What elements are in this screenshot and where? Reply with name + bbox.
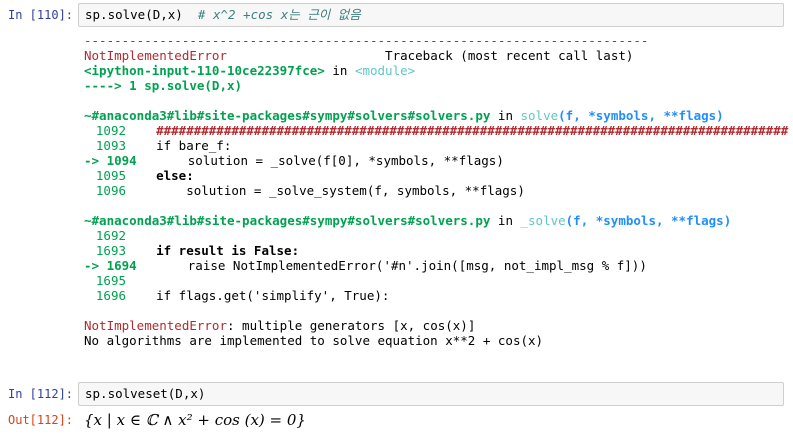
output-prompt-112: Out[112]: xyxy=(8,413,74,427)
output-math: {x | x ∈ ℂ ∧ x² + cos (x) = 0} xyxy=(84,411,306,429)
input-prompt-110: In [110]: xyxy=(8,8,74,22)
traceback-line: 1096 solution = _solve_system(f, symbols… xyxy=(95,183,525,198)
code-cell-input-110[interactable]: sp.solve(D,x) # x^2 +cos x는 근이 없음 xyxy=(78,3,784,27)
traceback-header: NotImplementedError Traceback (most rece… xyxy=(84,48,633,63)
traceback-title: Traceback (most recent call last) xyxy=(385,48,634,63)
code-comment: # x^2 +cos x는 근이 없음 xyxy=(197,7,361,22)
final-error-message: No algorithms are implemented to solve e… xyxy=(84,333,544,348)
traceback-line-current: -> 1094 solution = _solve(f[0], *symbols… xyxy=(84,153,504,168)
input-prompt-112: In [112]: xyxy=(8,387,74,401)
code-text: sp.solveset(D,x) xyxy=(85,386,206,401)
traceback-line: 1696 if flags.get('simplify', True): xyxy=(95,288,390,303)
traceback-line-current: -> 1694 raise NotImplementedError('#n'.j… xyxy=(84,258,647,273)
traceback-separator: ----------------------------------------… xyxy=(84,33,649,48)
traceback-line: 1093 if bare_f: xyxy=(95,138,232,153)
traceback-line: 1693 if result is False: xyxy=(95,243,300,258)
error-name: NotImplementedError xyxy=(84,48,227,63)
final-error-line: NotImplementedError: multiple generators… xyxy=(84,318,476,333)
traceback-frame-1-header: ~#anaconda3#lib#site-packages#sympy#solv… xyxy=(84,108,724,123)
traceback-line: 1695 xyxy=(95,273,126,288)
traceback-frame-2-header: ~#anaconda3#lib#site-packages#sympy#solv… xyxy=(84,213,732,228)
traceback-line: 1092 ###################################… xyxy=(95,123,789,138)
traceback-arrow-line: ----> 1 sp.solve(D,x) xyxy=(84,78,243,93)
traceback-line: 1095 else: xyxy=(95,168,194,183)
code-cell-input-112[interactable]: sp.solveset(D,x) xyxy=(78,382,784,406)
traceback-line: 1692 xyxy=(95,228,126,243)
code-text: sp.solve(D,x) xyxy=(85,7,183,22)
traceback-input-ref: <ipython-input-110-10ce22397fce> in <mod… xyxy=(84,63,416,78)
